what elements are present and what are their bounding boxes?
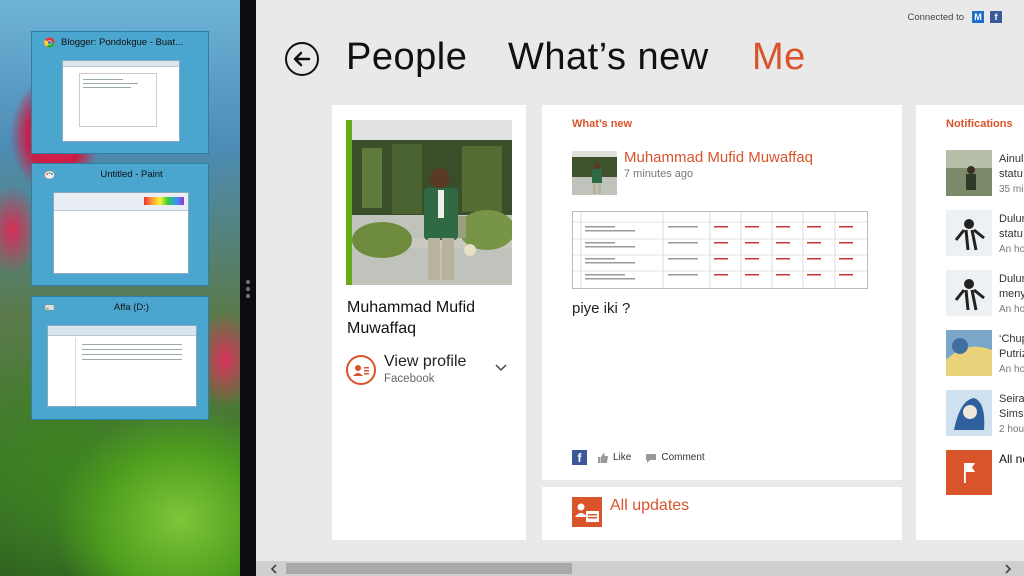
switcher-item-head: Blogger: Pondokgue - Buat... — [32, 32, 208, 52]
scroll-left-button[interactable] — [266, 561, 281, 576]
facebook-icon[interactable]: f — [572, 450, 587, 465]
divider-grip[interactable] — [246, 287, 250, 291]
whats-new-title[interactable]: What’s new — [572, 118, 632, 130]
switcher-item-head: Untitled - Paint — [32, 164, 208, 184]
chevron-left-icon — [270, 563, 277, 574]
view-profile-button[interactable]: View profile Facebook — [346, 353, 516, 391]
all-updates-button[interactable]: All updates — [542, 487, 902, 540]
notification-avatar — [946, 150, 992, 196]
post-actions: f Like Comment — [572, 450, 719, 465]
notification-avatar — [946, 210, 992, 256]
back-button[interactable] — [285, 42, 319, 76]
post-author-avatar[interactable] — [572, 151, 617, 195]
like-label: Like — [613, 452, 632, 463]
notification-text: Dulur statu An ho — [999, 212, 1024, 257]
notifications-title[interactable]: Notifications — [946, 118, 1013, 130]
notifications-card: Notifications Ainul statu 35 mi Dulur st… — [916, 105, 1024, 540]
notification-text: Seira Sims 2 hou — [999, 392, 1024, 437]
explorer-preview — [47, 325, 197, 407]
switcher-item-title: Blogger: Pondokgue - Buat... — [61, 36, 183, 48]
paint-preview — [53, 192, 189, 274]
back-arrow-icon — [293, 51, 311, 67]
notification-line2: statu — [999, 168, 1023, 180]
notification-line2: meny — [999, 288, 1024, 300]
notification-item[interactable]: Ainul statu 35 mi — [946, 150, 1024, 196]
divider-grip[interactable] — [246, 294, 250, 298]
profile-photo-container — [346, 120, 512, 285]
profile-photo-image — [352, 120, 512, 285]
notification-time: 2 hou — [999, 424, 1024, 435]
comment-button[interactable]: Comment — [645, 452, 705, 464]
notification-avatar — [946, 330, 992, 376]
profile-card: Muhammad Mufid Muwaffaq View profile Fac… — [332, 105, 526, 540]
pivot-whats-new[interactable]: What’s new — [508, 36, 709, 79]
pivot-people[interactable]: People — [346, 36, 467, 79]
updates-icon — [572, 497, 602, 527]
notification-line1: Ainul — [999, 153, 1024, 165]
notification-line2: statu — [999, 228, 1023, 240]
post-timestamp: 7 minutes ago — [624, 168, 694, 180]
notification-item[interactable]: Seira Sims 2 hou — [946, 390, 1024, 436]
messenger-icon[interactable]: M — [972, 11, 984, 23]
notification-time: An ho — [999, 364, 1024, 375]
comment-label: Comment — [661, 452, 705, 463]
notification-avatar — [946, 270, 992, 316]
notification-line1: Dulur — [999, 213, 1024, 225]
post-attached-image[interactable] — [572, 211, 868, 289]
flag-icon — [946, 450, 992, 495]
post-status-text: piye iki ? — [572, 300, 631, 317]
notification-time: 35 mi — [999, 184, 1024, 195]
notification-time: An ho — [999, 304, 1024, 315]
switcher-item-paint[interactable]: Untitled - Paint — [31, 163, 209, 286]
all-notifications-label: All no — [999, 452, 1024, 466]
app-switcher: Blogger: Pondokgue - Buat... Untitled - … — [0, 0, 240, 576]
switcher-item-title: Affa (D:) — [113, 301, 150, 313]
view-profile-label: View profile — [384, 353, 467, 370]
switcher-item-browser[interactable]: Blogger: Pondokgue - Buat... — [31, 31, 209, 154]
drive-icon — [44, 303, 55, 311]
notification-avatar — [946, 390, 992, 436]
chrome-icon — [44, 36, 55, 48]
paint-icon — [44, 170, 55, 179]
horizontal-scrollbar[interactable] — [256, 561, 1024, 576]
thumbs-up-icon — [598, 452, 608, 463]
notification-item[interactable]: Dulur statu An ho — [946, 210, 1024, 256]
notification-line2: Putriz — [999, 348, 1024, 360]
like-button[interactable]: Like — [597, 452, 631, 464]
notification-text: Dulur meny An ho — [999, 272, 1024, 317]
contact-card-icon — [346, 355, 376, 385]
people-app: Connected to M f People What’s new Me Mu… — [256, 0, 1024, 576]
switcher-item-explorer[interactable]: Affa (D:) — [31, 296, 209, 420]
post-author-name[interactable]: Muhammad Mufid Muwaffaq — [624, 149, 813, 166]
chevron-down-icon[interactable] — [495, 364, 507, 372]
notification-time: An ho — [999, 244, 1024, 255]
connected-services: Connected to M f — [907, 11, 1002, 23]
scrollbar-thumb[interactable] — [286, 563, 572, 574]
notification-item[interactable]: ‘Chup Putriz An ho — [946, 330, 1024, 376]
browser-preview — [62, 60, 180, 142]
switcher-item-title: Untitled - Paint — [100, 168, 163, 180]
notification-text: ‘Chup Putriz An ho — [999, 332, 1024, 377]
comment-icon — [646, 453, 657, 463]
notification-item[interactable]: Dulur meny An ho — [946, 270, 1024, 316]
whats-new-card: What’s new Muhammad Mufid Muwaffaq 7 min… — [542, 105, 902, 480]
notification-line2: Sims — [999, 408, 1024, 420]
notification-text: Ainul statu 35 mi — [999, 152, 1023, 197]
view-profile-source: Facebook — [384, 373, 435, 385]
chevron-right-icon — [1004, 563, 1011, 574]
divider-grip[interactable] — [246, 280, 250, 284]
all-updates-label: All updates — [610, 497, 690, 514]
pivot-me[interactable]: Me — [752, 36, 806, 79]
scroll-right-button[interactable] — [1000, 561, 1015, 576]
notification-line1: Dulur — [999, 273, 1024, 285]
notification-line1: Seira — [999, 393, 1024, 405]
profile-photo[interactable] — [352, 120, 512, 285]
facebook-icon[interactable]: f — [990, 11, 1002, 23]
notification-line1: ‘Chup — [999, 333, 1024, 345]
switcher-item-head: Affa (D:) — [32, 297, 208, 317]
profile-name: Muhammad Mufid Muwaffaq — [347, 299, 476, 337]
connected-label: Connected to — [907, 11, 964, 23]
